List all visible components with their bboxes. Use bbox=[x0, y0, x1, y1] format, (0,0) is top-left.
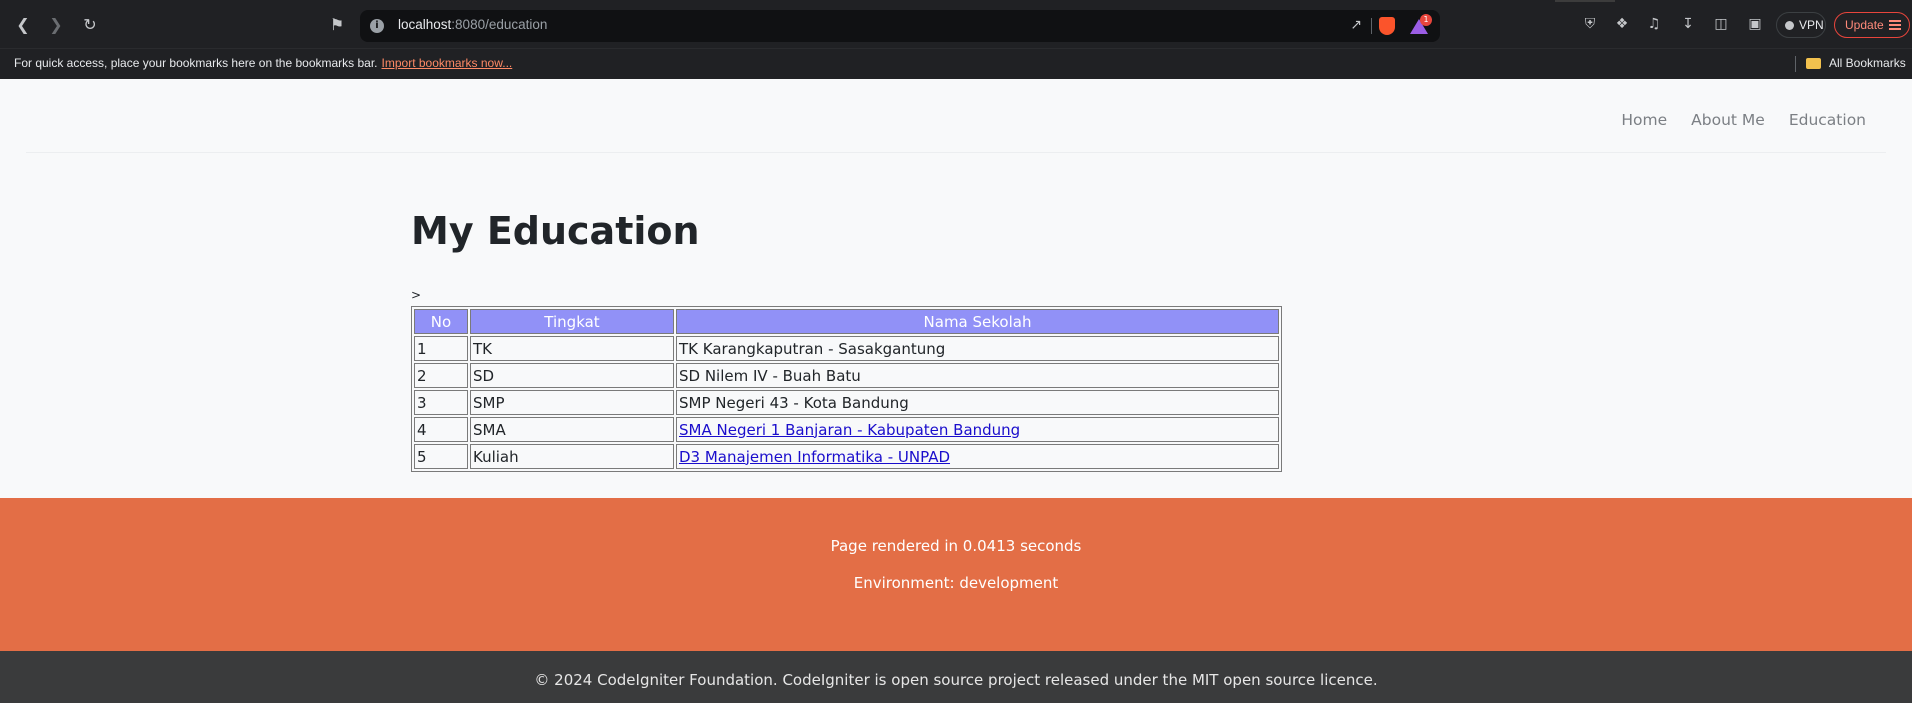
cell-sekolah: SD Nilem IV - Buah Batu bbox=[676, 363, 1279, 388]
vpn-label: VPN bbox=[1799, 18, 1824, 32]
share-icon[interactable]: ↗ bbox=[1350, 17, 1362, 33]
page: Home About Me Education My Education > N… bbox=[0, 79, 1912, 703]
education-table: No Tingkat Nama Sekolah 1 TK TK Karangka… bbox=[411, 306, 1282, 472]
back-icon[interactable]: ❮ bbox=[12, 14, 34, 36]
column-header-tingkat: Tingkat bbox=[470, 309, 674, 334]
all-bookmarks-button[interactable]: All Bookmarks bbox=[1829, 56, 1906, 70]
divider bbox=[1371, 18, 1372, 34]
forward-icon[interactable]: ❯ bbox=[45, 14, 67, 36]
cell-tingkat: SMP bbox=[470, 390, 674, 415]
navbar: Home About Me Education bbox=[26, 79, 1886, 153]
cell-tingkat: TK bbox=[470, 336, 674, 361]
notification-badge: 1 bbox=[1420, 14, 1432, 26]
reload-icon[interactable]: ↻ bbox=[79, 14, 101, 36]
shield-icon[interactable]: ⛨ bbox=[1581, 15, 1599, 33]
update-button[interactable]: Update bbox=[1834, 12, 1910, 38]
cell-no: 2 bbox=[414, 363, 468, 388]
cell-tingkat: SMA bbox=[470, 417, 674, 442]
table-header-row: No Tingkat Nama Sekolah bbox=[414, 309, 1279, 334]
footer-environment: Page rendered in 0.0413 seconds Environm… bbox=[0, 498, 1912, 651]
vpn-status-icon bbox=[1785, 21, 1794, 30]
table-row: 1 TK TK Karangkaputran - Sasakgantung bbox=[414, 336, 1279, 361]
main-content: My Education > No Tingkat Nama Sekolah 1… bbox=[411, 209, 1311, 472]
cell-no: 5 bbox=[414, 444, 468, 469]
wallet-icon[interactable]: ▣ bbox=[1746, 15, 1764, 33]
site-info-icon[interactable]: i bbox=[370, 19, 384, 33]
address-bar[interactable]: i localhost:8080/education ↗ 1 bbox=[360, 10, 1440, 42]
nav-item-about-me[interactable]: About Me bbox=[1679, 111, 1777, 129]
extensions-icon[interactable]: ❖ bbox=[1613, 15, 1631, 33]
environment-text: Environment: development bbox=[853, 574, 1059, 592]
cell-tingkat: SD bbox=[470, 363, 674, 388]
cell-sekolah: SMA Negeri 1 Banjaran - Kabupaten Bandun… bbox=[676, 417, 1279, 442]
column-header-nama-sekolah: Nama Sekolah bbox=[676, 309, 1279, 334]
table-row: 5 Kuliah D3 Manajemen Informatika - UNPA… bbox=[414, 444, 1279, 469]
brave-shields-icon[interactable] bbox=[1379, 17, 1395, 35]
divider bbox=[1795, 56, 1796, 72]
vpn-button[interactable]: VPN bbox=[1776, 12, 1826, 38]
nav-list: Home About Me Education bbox=[1609, 111, 1878, 129]
bookmarks-message: For quick access, place your bookmarks h… bbox=[14, 56, 513, 70]
folder-icon bbox=[1806, 58, 1821, 69]
media-icon[interactable]: ♫ bbox=[1645, 15, 1663, 33]
stray-text: > bbox=[411, 288, 422, 302]
url-text[interactable]: localhost:8080/education bbox=[398, 17, 547, 32]
copyright-text: © 2024 CodeIgniter Foundation. CodeIgnit… bbox=[534, 671, 1378, 689]
cell-no: 1 bbox=[414, 336, 468, 361]
tab-strip-edge bbox=[1555, 0, 1615, 2]
sidebar-icon[interactable]: ◫ bbox=[1712, 15, 1730, 33]
cell-no: 4 bbox=[414, 417, 468, 442]
download-icon[interactable]: ↧ bbox=[1679, 15, 1697, 33]
column-header-no: No bbox=[414, 309, 468, 334]
update-label: Update bbox=[1845, 18, 1884, 32]
cell-sekolah: SMP Negeri 43 - Kota Bandung bbox=[676, 390, 1279, 415]
nav-item-education[interactable]: Education bbox=[1777, 111, 1878, 129]
table-row: 2 SD SD Nilem IV - Buah Batu bbox=[414, 363, 1279, 388]
cell-no: 3 bbox=[414, 390, 468, 415]
menu-icon bbox=[1889, 20, 1901, 30]
cell-sekolah: D3 Manajemen Informatika - UNPAD bbox=[676, 444, 1279, 469]
import-bookmarks-link[interactable]: Import bookmarks now... bbox=[382, 56, 513, 70]
bookmark-icon[interactable]: ⚑ bbox=[326, 14, 348, 36]
school-link[interactable]: D3 Manajemen Informatika - UNPAD bbox=[679, 448, 950, 466]
cell-sekolah: TK Karangkaputran - Sasakgantung bbox=[676, 336, 1279, 361]
nav-item-home[interactable]: Home bbox=[1609, 111, 1679, 129]
bookmarks-bar: For quick access, place your bookmarks h… bbox=[0, 48, 1912, 79]
table-row: 3 SMP SMP Negeri 43 - Kota Bandung bbox=[414, 390, 1279, 415]
footer-copyright: © 2024 CodeIgniter Foundation. CodeIgnit… bbox=[0, 651, 1912, 703]
school-link[interactable]: SMA Negeri 1 Banjaran - Kabupaten Bandun… bbox=[679, 421, 1020, 439]
browser-toolbar: ❮ ❯ ↻ ⚑ i localhost:8080/education ↗ 1 ⛨… bbox=[0, 0, 1912, 48]
page-title: My Education bbox=[411, 209, 700, 253]
cell-tingkat: Kuliah bbox=[470, 444, 674, 469]
table-row: 4 SMA SMA Negeri 1 Banjaran - Kabupaten … bbox=[414, 417, 1279, 442]
render-time-text: Page rendered in 0.0413 seconds bbox=[830, 537, 1082, 555]
